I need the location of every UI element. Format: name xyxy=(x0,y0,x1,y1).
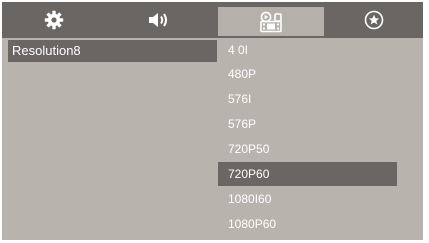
tab-video[interactable] xyxy=(218,7,324,36)
option-label: 1080I60 xyxy=(228,192,272,206)
option-item[interactable]: 576P xyxy=(218,112,397,136)
option-item[interactable]: 1080I60 xyxy=(218,187,397,211)
settings-panel: Resolution8 4 0I 480P 576I 576P 720P50 7… xyxy=(2,2,423,240)
option-item-selected[interactable]: 720P60 xyxy=(218,162,397,186)
tab-favorites[interactable] xyxy=(324,2,423,38)
option-item[interactable]: 480P xyxy=(218,62,397,86)
option-item[interactable]: 1080P60 xyxy=(218,212,397,236)
tab-settings[interactable] xyxy=(2,2,106,38)
option-item[interactable]: 576I xyxy=(218,87,397,111)
option-label: 720P60 xyxy=(228,167,270,181)
screen: Resolution8 4 0I 480P 576I 576P 720P50 7… xyxy=(0,0,429,243)
film-icon xyxy=(260,11,282,32)
tab-bar xyxy=(2,2,423,38)
option-label: 480P xyxy=(228,67,257,81)
option-label: 576I xyxy=(228,92,252,106)
option-label: 720P50 xyxy=(228,142,270,156)
tab-audio[interactable] xyxy=(107,2,211,38)
speaker-icon xyxy=(149,13,167,27)
category-resolution[interactable]: Resolution8 xyxy=(8,40,217,62)
category-column: Resolution8 xyxy=(8,38,217,238)
option-label: 1080P60 xyxy=(228,217,277,231)
option-item[interactable]: 720P50 xyxy=(218,137,397,161)
option-item[interactable]: 4 0I xyxy=(218,38,397,62)
gear-icon xyxy=(44,10,64,30)
option-label: 4 0I xyxy=(228,43,249,57)
star-circle-icon xyxy=(364,10,383,30)
option-label: 576P xyxy=(228,117,257,131)
category-label: Resolution8 xyxy=(12,43,81,58)
